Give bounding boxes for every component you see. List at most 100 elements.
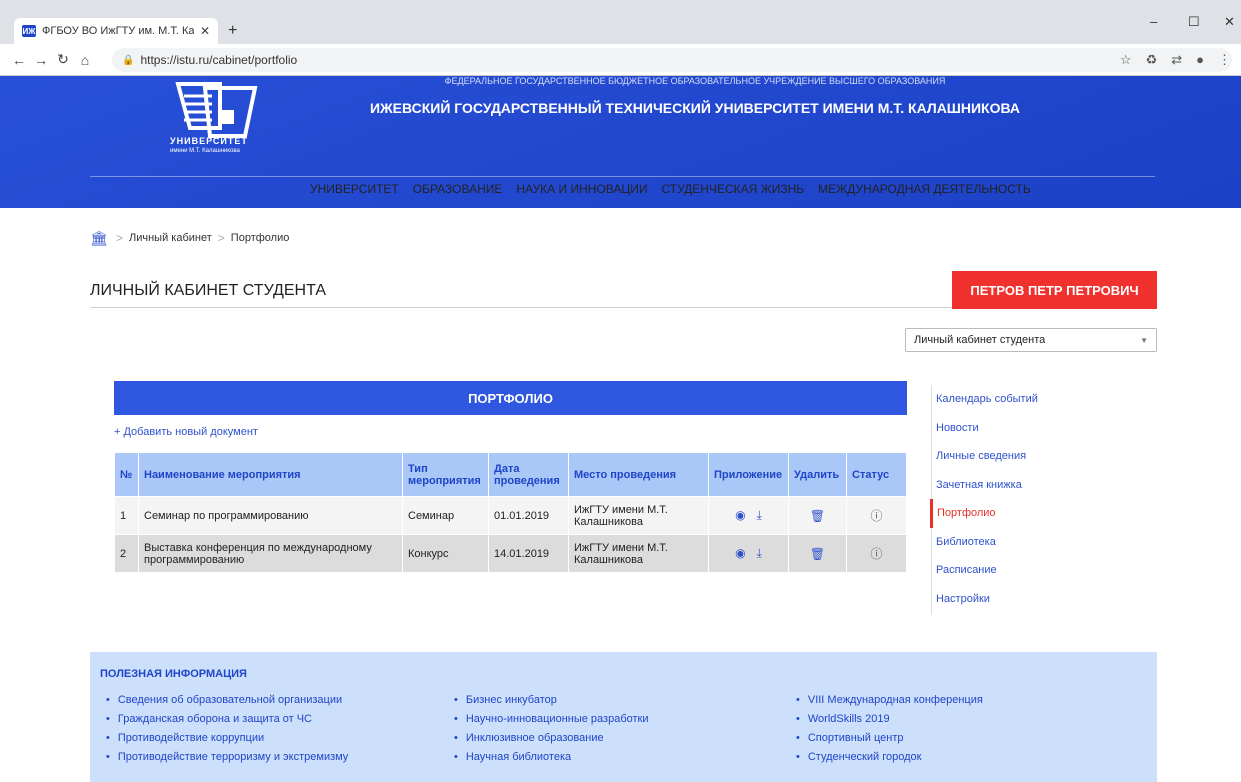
logo-subcaption: имени М.Т. Калашникова <box>170 148 240 154</box>
favicon-icon: ИЖ <box>22 25 36 37</box>
info-link[interactable]: Противодействие коррупции <box>106 732 348 751</box>
url-text: https://istu.ru/cabinet/portfolio <box>140 53 298 67</box>
info-link[interactable]: VIII Международная конференция <box>796 694 983 713</box>
download-icon[interactable]: ⤓ <box>757 508 762 522</box>
table-header-row: № Наименование мероприятия Тип мероприят… <box>114 452 907 497</box>
header-subtitle: ФЕДЕРАЛЬНОЕ ГОСУДАРСТВЕННОЕ БЮДЖЕТНОЕ ОБ… <box>444 76 946 86</box>
nav-international[interactable]: МЕЖДУНАРОДНАЯ ДЕЯТЕЛЬНОСТЬ <box>818 182 1031 196</box>
sidebar-item-personal[interactable]: Личные сведения <box>932 442 1157 471</box>
maximize-icon[interactable]: ☐ <box>1188 14 1200 30</box>
sidebar-item-portfolio[interactable]: Портфолио <box>930 499 1157 528</box>
forward-icon[interactable]: → <box>30 52 52 68</box>
info-link[interactable]: Научная библиотека <box>454 751 649 770</box>
info-link[interactable]: Гражданская оборона и защита от ЧС <box>106 713 348 732</box>
site-header: УНИВЕРСИТЕТ имени М.Т. Калашникова ФЕДЕР… <box>0 76 1241 208</box>
sidebar-item-gradebook[interactable]: Зачетная книжка <box>932 471 1157 500</box>
info-link[interactable]: WorldSkills 2019 <box>796 713 983 732</box>
col-type: Тип мероприятия <box>402 452 489 497</box>
help-circle-icon[interactable]: ⓘ <box>870 509 882 523</box>
nav-university[interactable]: УНИВЕРСИТЕТ <box>310 182 399 196</box>
main-nav: УНИВЕРСИТЕТ ОБРАЗОВАНИЕ НАУКА И ИННОВАЦИ… <box>310 182 1031 196</box>
col-name: Наименование мероприятия <box>138 452 403 497</box>
row-date: 14.01.2019 <box>488 534 569 573</box>
table-row: 2 Выставка конференция по международному… <box>114 534 907 573</box>
star-icon[interactable]: ☆ <box>1120 52 1132 68</box>
sidebar-item-library[interactable]: Библиотека <box>932 528 1157 557</box>
row-name: Семинар по программированию <box>138 496 403 535</box>
nav-education[interactable]: ОБРАЗОВАНИЕ <box>413 182 503 196</box>
download-icon[interactable]: ⤓ <box>757 546 762 560</box>
translate-icon[interactable]: ⇄ <box>1171 52 1182 68</box>
cabinet-select[interactable]: Личный кабинет студента ▼ <box>905 328 1157 352</box>
row-num: 1 <box>114 496 139 535</box>
useful-info-panel: ПОЛЕЗНАЯ ИНФОРМАЦИЯ Сведения об образова… <box>90 652 1157 782</box>
col-delete: Удалить <box>788 452 847 497</box>
extension-icon[interactable]: ♻ <box>1146 52 1158 68</box>
sidebar-item-settings[interactable]: Настройки <box>932 585 1157 614</box>
trash-icon[interactable]: 🗑 <box>810 509 825 523</box>
row-delete: 🗑 <box>788 534 847 573</box>
row-place: ИжГТУ имени М.Т. Калашникова <box>568 534 709 573</box>
tab-title: ФГБОУ ВО ИжГТУ им. М.Т. Калаш <box>42 25 194 37</box>
help-circle-icon[interactable]: ⓘ <box>870 547 882 561</box>
row-date: 01.01.2019 <box>488 496 569 535</box>
row-num: 2 <box>114 534 139 573</box>
new-tab-icon[interactable]: + <box>228 22 237 40</box>
profile-avatar[interactable]: ● <box>1196 52 1204 68</box>
breadcrumb: 🏛 > Личный кабинет > Портфолио <box>90 230 289 246</box>
user-name-button[interactable]: ПЕТРОВ ПЕТР ПЕТРОВИЧ <box>952 271 1157 309</box>
info-link[interactable]: Сведения об образовательной организации <box>106 694 348 713</box>
info-column-2: Бизнес инкубатор Научно-инновационные ра… <box>454 694 649 770</box>
view-eye-icon[interactable]: ◉ <box>735 546 745 560</box>
sidebar-item-schedule[interactable]: Расписание <box>932 556 1157 585</box>
breadcrumb-cabinet[interactable]: Личный кабинет <box>129 232 212 244</box>
table-row: 1 Семинар по программированию Семинар 01… <box>114 496 907 535</box>
info-link[interactable]: Инклюзивное образование <box>454 732 649 751</box>
nav-student-life[interactable]: СТУДЕНЧЕСКАЯ ЖИЗНЬ <box>661 182 804 196</box>
row-type: Семинар <box>402 496 489 535</box>
university-name: ИЖЕВСКИЙ ГОСУДАРСТВЕННЫЙ ТЕХНИЧЕСКИЙ УНИ… <box>369 100 1021 116</box>
minimize-icon[interactable]: – <box>1150 14 1157 29</box>
row-status: ⓘ <box>846 534 907 573</box>
page-title: ЛИЧНЫЙ КАБИНЕТ СТУДЕНТА <box>90 282 326 299</box>
add-document-link[interactable]: + Добавить новый документ <box>114 426 258 438</box>
browser-tab[interactable]: ИЖ ФГБОУ ВО ИжГТУ им. М.Т. Калаш ✕ <box>14 18 218 44</box>
sidebar-item-calendar[interactable]: Календарь событий <box>932 385 1157 414</box>
header-divider <box>90 176 1155 177</box>
trash-icon[interactable]: 🗑 <box>810 547 825 561</box>
home-icon[interactable]: ⌂ <box>74 52 96 68</box>
info-link[interactable]: Научно-инновационные разработки <box>454 713 649 732</box>
info-link[interactable]: Студенческий городок <box>796 751 983 770</box>
home-building-icon[interactable]: 🏛 <box>90 230 110 246</box>
reload-icon[interactable]: ↻ <box>52 51 74 68</box>
info-link[interactable]: Бизнес инкубатор <box>454 694 649 713</box>
chevron-down-icon: ▼ <box>1140 335 1148 345</box>
close-tab-icon[interactable]: ✕ <box>200 24 210 38</box>
row-status: ⓘ <box>846 496 907 535</box>
col-place: Место проведения <box>568 452 709 497</box>
lock-icon: 🔒 <box>122 54 135 66</box>
row-delete: 🗑 <box>788 496 847 535</box>
address-bar[interactable]: 🔒 https://istu.ru/cabinet/portfolio <box>112 48 1232 72</box>
chevron-right-icon: > <box>116 231 124 245</box>
portfolio-table: № Наименование мероприятия Тип мероприят… <box>114 452 907 573</box>
info-link[interactable]: Противодействие терроризму и экстремизму <box>106 751 348 770</box>
info-column-3: VIII Международная конференция WorldSkil… <box>796 694 983 770</box>
portfolio-heading: ПОРТФОЛИО <box>114 381 907 415</box>
chevron-right-icon: > <box>217 231 225 245</box>
info-link[interactable]: Спортивный центр <box>796 732 983 751</box>
close-window-icon[interactable]: ✕ <box>1224 14 1235 30</box>
nav-science[interactable]: НАУКА И ИННОВАЦИИ <box>516 182 647 196</box>
row-type: Конкурс <box>402 534 489 573</box>
sidebar-item-news[interactable]: Новости <box>932 414 1157 443</box>
logo-caption: УНИВЕРСИТЕТ <box>170 136 248 146</box>
row-attachment: ◉ ⤓ <box>708 496 789 535</box>
col-date: Дата проведения <box>488 452 569 497</box>
browser-tabstrip: ИЖ ФГБОУ ВО ИжГТУ им. М.Т. Калаш ✕ + – ☐… <box>0 0 1241 44</box>
cabinet-sidebar: Календарь событий Новости Личные сведени… <box>930 385 1157 615</box>
menu-icon[interactable]: ⋮ <box>1218 52 1231 68</box>
back-icon[interactable]: ← <box>8 52 30 68</box>
view-eye-icon[interactable]: ◉ <box>735 508 745 522</box>
info-column-1: Сведения об образовательной организации … <box>106 694 348 770</box>
col-status: Статус <box>846 452 907 497</box>
